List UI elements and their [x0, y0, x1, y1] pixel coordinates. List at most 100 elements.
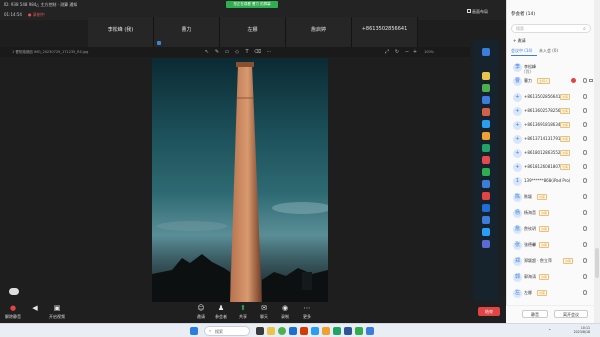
camera-icon[interactable]: [589, 79, 593, 82]
mute-all-button[interactable]: 静音: [522, 310, 548, 318]
meeting-app-icon[interactable]: [366, 327, 374, 335]
avatar: +: [513, 107, 522, 116]
share-button[interactable]: ⬆ 共享: [232, 303, 254, 322]
more-icon[interactable]: ⋯: [266, 49, 272, 55]
guest-badge: 访客: [537, 290, 548, 296]
layout-button[interactable]: 画面布局: [467, 9, 503, 17]
mic-icon[interactable]: [583, 178, 587, 183]
taskview-icon[interactable]: [256, 327, 264, 335]
guest-badge: 访客: [537, 194, 548, 200]
mic-icon[interactable]: [583, 210, 587, 215]
mic-icon[interactable]: [583, 108, 587, 113]
participant-row[interactable]: + +8618126081807 访客: [507, 160, 595, 174]
invite-label: 邀请: [197, 314, 205, 319]
app-icon[interactable]: [311, 327, 319, 335]
mic-icon[interactable]: [583, 258, 587, 263]
participant-name: 陈颖: [524, 194, 532, 199]
chat-button[interactable]: ✉ 聊天: [253, 303, 275, 322]
participant-row[interactable]: + +8613602578256 访客: [507, 104, 595, 118]
participant-row[interactable]: 1 139******868(iPad Pro): [507, 174, 595, 188]
tray-icon[interactable]: ⌃: [548, 328, 558, 334]
mic-icon[interactable]: [583, 226, 587, 231]
expand-icon[interactable]: ⤢: [384, 49, 390, 55]
mic-icon[interactable]: [583, 136, 587, 141]
video-tile[interactable]: 詹启婷: [286, 17, 352, 47]
taskbar-clock[interactable]: 10:11 2023/8/18: [562, 326, 590, 334]
mic-icon[interactable]: [583, 242, 587, 247]
participant-row[interactable]: 詹 詹钦玥 访客: [507, 222, 595, 236]
participant-row[interactable]: 郑 郑颖超 · 詹立萍 访客: [507, 254, 595, 268]
participant-row[interactable]: 李 李松峰 (我): [507, 60, 595, 74]
video-tile[interactable]: 李松峰 (我): [88, 17, 154, 47]
meeting-id[interactable]: ID: 938 548 984: [4, 2, 36, 7]
eraser-icon[interactable]: ⌫: [254, 49, 261, 55]
search-icon: ⌕: [209, 328, 212, 333]
mute-button[interactable]: ● 解除静音: [2, 303, 24, 322]
pointer-icon[interactable]: ↖: [204, 49, 210, 55]
end-meeting-button[interactable]: 结束: [478, 307, 500, 316]
participant-row[interactable]: + +8613502856641 访客: [507, 90, 595, 104]
participant-row[interactable]: + +8618012863552 访客: [507, 146, 595, 160]
edge-icon[interactable]: [289, 327, 297, 335]
mic-icon[interactable]: [583, 194, 587, 199]
office-icon[interactable]: [300, 327, 308, 335]
mic-icon[interactable]: [583, 290, 587, 295]
video-tile[interactable]: +8613502856641: [352, 17, 418, 47]
record-button[interactable]: ◉ 录制: [274, 303, 296, 322]
participant-row[interactable]: 左 左娜 访客: [507, 286, 595, 300]
more-button[interactable]: ⋯ 更多: [296, 303, 318, 322]
app-icon[interactable]: [322, 327, 330, 335]
chat-bubble-icon[interactable]: [9, 288, 19, 295]
search-icon: ⌕: [583, 26, 586, 32]
mic-icon[interactable]: [583, 150, 587, 155]
chrome-icon[interactable]: [278, 327, 286, 335]
guest-badge: 访客: [563, 258, 574, 264]
zoom-out-icon[interactable]: −: [404, 49, 410, 55]
participant-name: +8613502856641: [524, 94, 561, 99]
mic-icon[interactable]: [583, 164, 587, 169]
pen-icon[interactable]: ✎: [214, 49, 220, 55]
participant-row[interactable]: 张 张德馨 访客: [507, 238, 595, 252]
start-icon[interactable]: [190, 327, 198, 335]
text-icon[interactable]: T: [244, 49, 250, 55]
mic-muted-icon: ●: [9, 304, 17, 312]
speaker-button[interactable]: ◀: [24, 303, 46, 322]
participant-row[interactable]: 杨 杨海音 访客: [507, 206, 595, 220]
panel-invite-button[interactable]: + 邀请: [513, 38, 526, 44]
participant-row[interactable]: + +8613691818634 访客: [507, 118, 595, 132]
highlighter-icon[interactable]: ▭: [224, 49, 230, 55]
mic-icon[interactable]: [583, 274, 587, 279]
mic-icon[interactable]: [583, 122, 587, 127]
avatar: +: [513, 121, 522, 130]
meeting-timer: 01:14:54: [4, 12, 22, 17]
participant-row[interactable]: + +8613714131791 访客: [507, 132, 595, 146]
panel-scrollbar[interactable]: [594, 0, 600, 323]
excel-icon[interactable]: [333, 327, 341, 335]
meeting-toolbar: ● 解除静音 ◀ ▣ 开启视频 ☺ 邀请 ♟ 参会者 ⬆ 共享 ✉ 聊天 ◉ 录…: [0, 302, 506, 323]
invite-button[interactable]: ☺ 邀请: [190, 303, 212, 322]
leave-meeting-button[interactable]: 离开会议: [554, 310, 588, 318]
video-button[interactable]: ▣ 开启视频: [46, 303, 68, 322]
video-tile[interactable]: 曹力: [154, 17, 220, 47]
shape-icon[interactable]: ◇: [234, 49, 240, 55]
participant-row[interactable]: 曹 曹力 主持人: [507, 74, 595, 88]
participant-row[interactable]: 郭 郭海涛 访客: [507, 270, 595, 284]
tab-in-meeting[interactable]: 会议中 (14): [511, 48, 532, 54]
folder-icon: [482, 72, 490, 80]
wechat-icon[interactable]: [355, 327, 363, 335]
rotate-icon[interactable]: ↻: [394, 49, 400, 55]
scroll-thumb[interactable]: [595, 248, 599, 278]
participant-row[interactable]: 陈 陈颖 访客: [507, 190, 595, 204]
word-icon[interactable]: [344, 327, 352, 335]
video-tile[interactable]: 左娜: [220, 17, 286, 47]
invite-text: 邀请: [517, 38, 526, 43]
mic-icon[interactable]: [583, 78, 587, 83]
participant-search-input[interactable]: 搜索 ⌕: [511, 24, 591, 33]
participants-button[interactable]: ♟ 参会者: [210, 303, 232, 322]
meeting-info[interactable]: △ 主方控制 · 测算 通知: [36, 2, 77, 8]
mic-icon[interactable]: [583, 94, 587, 99]
explorer-icon[interactable]: [267, 327, 275, 335]
tab-not-joined[interactable]: 未入会 (0): [539, 48, 558, 54]
zoom-in-icon[interactable]: +: [412, 49, 418, 55]
taskbar-search-input[interactable]: ⌕ 搜索: [204, 326, 250, 336]
